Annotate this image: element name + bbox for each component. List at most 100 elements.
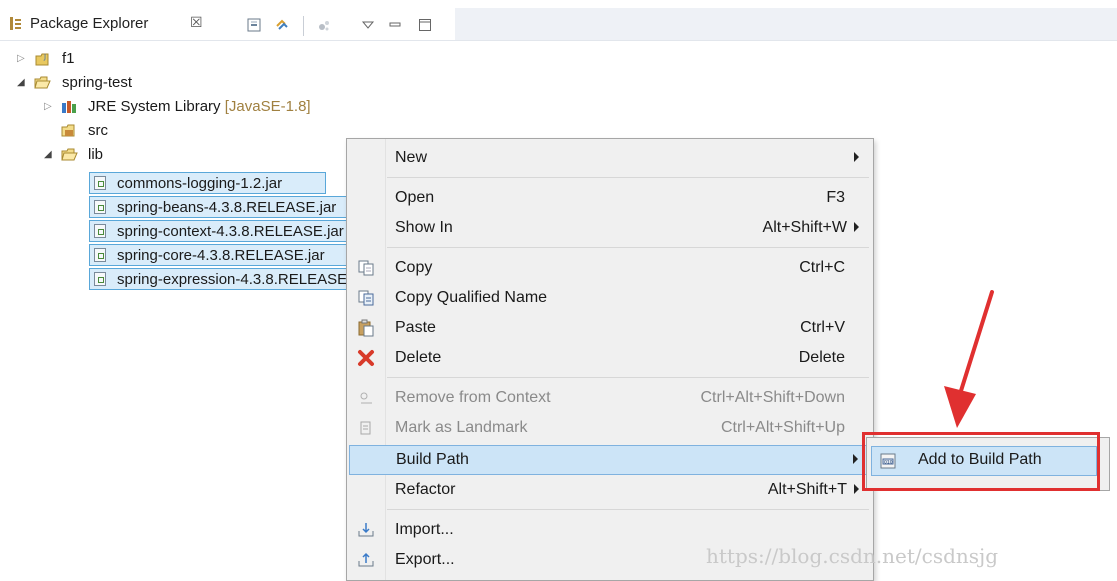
menu-item-shortcut: Delete [798,349,845,366]
submenu-arrow-icon [854,484,859,494]
menu-item-shortcut: Alt+Shift+W [762,219,847,236]
expand-icon[interactable]: ▷ [44,101,54,113]
tree-item-lib[interactable]: ◢ lib [0,143,200,167]
remove-context-icon [360,392,372,404]
menu-separator [387,509,869,510]
library-icon [62,101,76,113]
landmark-icon [360,421,371,435]
menu-item-label: Delete [395,349,442,366]
delete-icon [358,350,374,366]
close-icon[interactable]: ☒ [190,14,203,31]
folder-open-icon [61,148,78,161]
menu-item-copy-qualified-name[interactable]: Copy Qualified Name [349,283,871,313]
jar-label: spring-expression-4.3.8.RELEASE.jar [117,271,347,288]
annotation-arrow-icon [944,290,994,428]
tree-item-jar[interactable]: spring-context-4.3.8.RELEASE.jar [89,220,347,242]
jar-file-icon [94,176,106,190]
copy-qualified-icon [358,290,374,306]
jar-file-icon [94,248,106,262]
tree-item-jar[interactable]: commons-logging-1.2.jar [89,172,326,194]
menu-item-label: Export... [395,551,455,568]
menu-item-refactor[interactable]: Refactor Alt+Shift+T [349,475,871,505]
menu-item-copy[interactable]: Copy Ctrl+C [349,253,871,283]
copy-icon [358,260,374,276]
jar-label: spring-core-4.3.8.RELEASE.jar [117,247,325,264]
submenu-arrow-icon [854,222,859,232]
menu-item-new[interactable]: New [349,143,871,173]
java-project-icon: J [35,53,49,66]
watermark: https://blog.csdn.net/csdnsjg [706,544,999,568]
tree-item-jar[interactable]: spring-core-4.3.8.RELEASE.jar [89,244,347,266]
menu-item-shortcut: Ctrl+Alt+Shift+Up [720,419,845,436]
link-with-editor-icon[interactable] [274,17,290,33]
tree-item-spring-test[interactable]: ◢ spring-test [0,71,200,95]
menu-item-label: Import... [395,521,454,538]
menu-item-import[interactable]: Import... [349,515,871,545]
jar-label: spring-beans-4.3.8.RELEASE.jar [117,199,337,216]
project-folder-icon [34,76,51,89]
jar-file-icon [94,224,106,238]
menu-item-remove-from-context[interactable]: Remove from Context Ctrl+Alt+Shift+Down [349,383,871,413]
menu-item-label: Open [395,189,435,206]
jre-version-decoration: [JavaSE-1.8] [224,98,311,115]
menu-item-label: New [395,149,428,166]
menu-item-paste[interactable]: Paste Ctrl+V [349,313,871,343]
tree-item-src[interactable]: src [0,119,200,143]
tree-item-jar[interactable]: spring-expression-4.3.8.RELEASE.jar [89,268,347,290]
menu-item-label: Copy Qualified Name [395,289,548,306]
source-folder-icon [61,124,75,137]
jar-label: spring-context-4.3.8.RELEASE.jar [117,223,344,240]
menu-item-label: Refactor [395,481,456,498]
svg-text:J: J [43,53,46,61]
menu-item-shortcut: Alt+Shift+T [767,481,847,498]
package-explorer-tab[interactable]: Package Explorer ☒ [0,8,455,41]
tree-item-label: f1 [62,50,75,67]
annotation-highlight-box [862,432,1100,491]
menu-item-label: Show In [395,219,453,236]
jar-file-icon [94,200,106,214]
jar-label: commons-logging-1.2.jar [117,175,283,192]
view-menu-icon[interactable] [360,17,376,33]
context-menu: New Open F3 Show In Alt+Shift+W Copy Ctr… [346,138,874,581]
menu-item-label: Copy [395,259,433,276]
tree-item-jar[interactable]: spring-beans-4.3.8.RELEASE.jar [89,196,347,218]
tree-item-f1[interactable]: ▷ J f1 [0,47,200,71]
editor-area-header [455,8,1117,41]
toolbar-separator [303,16,304,36]
collapse-icon[interactable]: ◢ [17,77,27,89]
menu-item-show-in[interactable]: Show In Alt+Shift+W [349,213,871,243]
submenu-arrow-icon [853,454,858,464]
tree-item-label: lib [88,146,104,163]
menu-separator [387,247,869,248]
menu-item-mark-as-landmark[interactable]: Mark as Landmark Ctrl+Alt+Shift+Up [349,413,871,443]
collapse-all-icon[interactable] [246,17,262,33]
export-icon [358,552,374,567]
minimize-icon[interactable] [387,17,403,33]
menu-item-label: Remove from Context [395,389,551,406]
menu-item-label: Paste [395,319,436,336]
focus-task-icon[interactable] [316,17,332,33]
menu-item-open[interactable]: Open F3 [349,183,871,213]
tree-item-jre-library[interactable]: ▷ JRE System Library [JavaSE-1.8] [0,95,370,119]
tree-item-label: spring-test [62,74,133,91]
jar-file-icon [94,272,106,286]
menu-item-label: Build Path [396,451,469,468]
menu-item-delete[interactable]: Delete Delete [349,343,871,373]
submenu-arrow-icon [854,152,859,162]
menu-separator [387,377,869,378]
paste-icon [358,319,374,337]
package-explorer-icon [10,17,21,30]
menu-item-label: Mark as Landmark [395,419,528,436]
expand-icon[interactable]: ▷ [17,53,27,65]
menu-item-shortcut: Ctrl+Alt+Shift+Down [700,389,845,406]
tree-item-label: JRE System Library [88,98,221,115]
menu-item-build-path[interactable]: Build Path [349,445,871,475]
view-title: Package Explorer [30,15,149,32]
menu-item-shortcut: F3 [826,189,845,206]
menu-separator [387,177,869,178]
menu-item-shortcut: Ctrl+C [799,259,845,276]
collapse-icon[interactable]: ◢ [44,149,54,161]
import-icon [358,523,374,537]
tree-item-label: src [88,122,108,139]
maximize-icon[interactable] [417,17,433,33]
